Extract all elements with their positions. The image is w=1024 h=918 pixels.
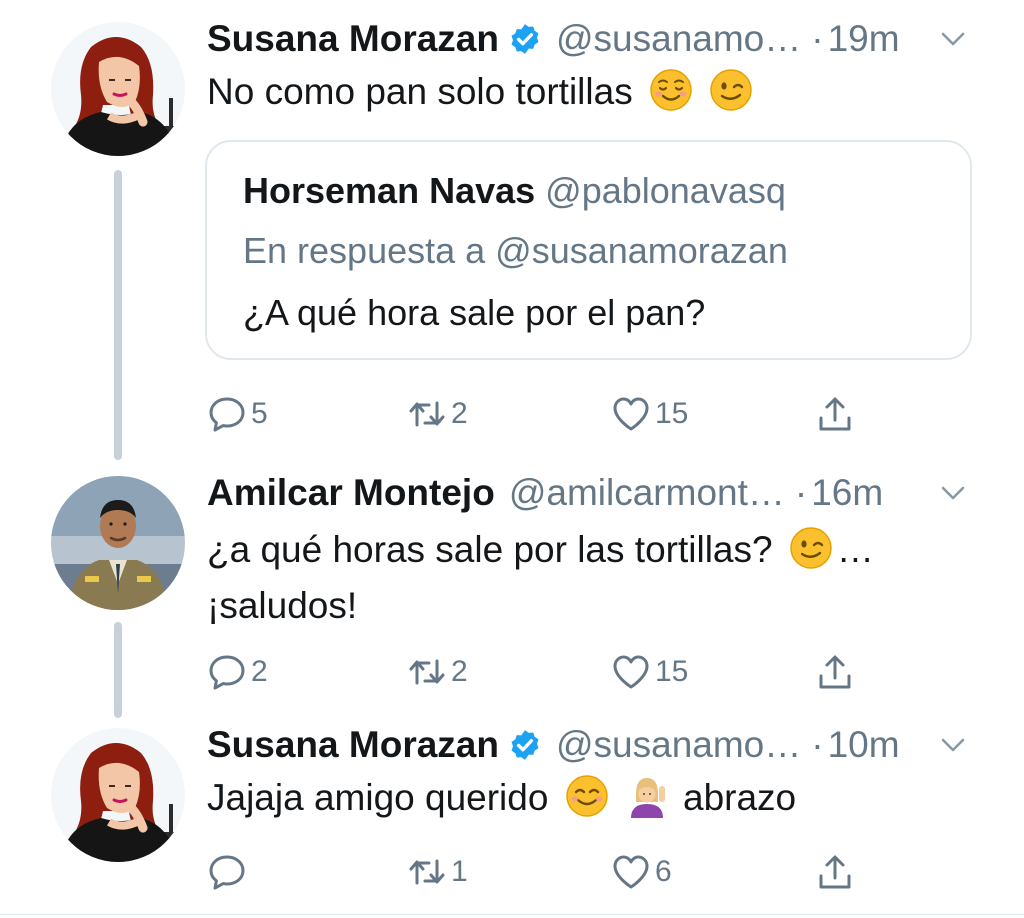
like-button[interactable]: 15: [611, 392, 688, 436]
tweet-text: ¿a qué horas sale por las tortillas? … ¡…: [207, 522, 984, 634]
reply-button[interactable]: [207, 850, 251, 894]
chevron-down-icon[interactable]: [938, 732, 968, 758]
separator-dot: ·: [811, 724, 824, 765]
reply-icon: [207, 852, 247, 892]
quoted-reply-context: En respuesta a @susanamorazan: [243, 230, 788, 271]
retweet-icon: [407, 652, 447, 692]
author-name[interactable]: Susana Morazan: [207, 720, 499, 770]
like-count: 6: [655, 855, 672, 888]
woman-tipping-hand-emoji-icon: [625, 774, 669, 818]
winking-face-emoji-icon: [709, 68, 753, 112]
share-icon: [815, 852, 855, 892]
tweet-header: Susana Morazan @susanamo… · 19m: [207, 14, 964, 64]
share-button[interactable]: [815, 392, 855, 436]
quoted-tweet[interactable]: Horseman Navas @pablonavasq En respuesta …: [205, 140, 972, 360]
tweet-1[interactable]: Susana Morazan @susanamo… · 19m No como …: [0, 0, 1024, 460]
quoted-author: Horseman Navas @pablonavasq: [243, 170, 786, 212]
author-handle[interactable]: @susanamo…: [556, 720, 801, 770]
author-handle[interactable]: @amilcarmont…: [509, 468, 785, 518]
tweet-actions: 5 2 15: [207, 392, 857, 436]
heart-icon: [611, 852, 651, 892]
divider: [0, 914, 1024, 915]
retweet-count: 2: [451, 397, 468, 430]
tweet-timestamp[interactable]: 16m: [811, 468, 883, 518]
tweet-timestamp[interactable]: 19m: [828, 14, 900, 64]
verified-badge-icon: [508, 22, 542, 56]
separator-dot: ·: [811, 18, 824, 59]
tweet-body: Jajaja amigo querido: [207, 777, 549, 818]
thread-line: [114, 622, 122, 718]
tweet-text: Jajaja amigo querido abrazo: [207, 770, 984, 826]
reply-count: 2: [251, 655, 268, 688]
share-button[interactable]: [815, 850, 855, 894]
chevron-down-icon[interactable]: [938, 480, 968, 506]
heart-icon: [611, 652, 651, 692]
author-name[interactable]: Susana Morazan: [207, 14, 499, 64]
tweet-ellipsis: …: [836, 529, 874, 570]
tweet-actions: 1 6: [207, 850, 857, 894]
tweet-2[interactable]: Amilcar Montejo @amilcarmont… · 16m ¿a q…: [0, 460, 1024, 718]
like-count: 15: [655, 655, 689, 688]
avatar-susana-morazan[interactable]: [51, 728, 185, 862]
retweet-count: 1: [451, 855, 468, 888]
tweet-header: Amilcar Montejo @amilcarmont… · 16m: [207, 468, 964, 518]
like-button[interactable]: 15: [611, 650, 688, 694]
tweet-body-suffix: abrazo: [683, 777, 797, 818]
reply-count: 5: [251, 397, 268, 430]
quoted-author-name: Horseman Navas: [243, 170, 536, 211]
retweet-icon: [407, 394, 447, 434]
tweet-text: No como pan solo tortillas: [207, 64, 984, 120]
tweet-line-2: ¡saludos!: [207, 585, 358, 626]
thread-line: [114, 170, 122, 460]
retweet-icon: [407, 852, 447, 892]
share-icon: [815, 394, 855, 434]
retweet-button[interactable]: 2: [407, 650, 468, 694]
verified-badge-icon: [508, 728, 542, 762]
heart-icon: [611, 394, 651, 434]
tweet-line-1: ¿a qué horas sale por las tortillas? …: [207, 522, 984, 578]
reply-icon: [207, 652, 247, 692]
tweet-3[interactable]: Susana Morazan @susanamo… · 10m Jajaja a…: [0, 718, 1024, 914]
reply-button[interactable]: 5: [207, 392, 268, 436]
reply-icon: [207, 394, 247, 434]
retweet-button[interactable]: 1: [407, 850, 468, 894]
tweet-body: No como pan solo tortillas: [207, 71, 633, 112]
quoted-author-handle: @pablonavasq: [545, 170, 786, 211]
quoted-tweet-text: ¿A qué hora sale por el pan?: [243, 292, 706, 333]
avatar-amilcar-montejo[interactable]: [51, 476, 185, 610]
tweet-actions: 2 2 15: [207, 650, 857, 694]
share-button[interactable]: [815, 650, 855, 694]
author-name[interactable]: Amilcar Montejo: [207, 468, 495, 518]
relieved-face-emoji-icon: [649, 68, 693, 112]
like-button[interactable]: 6: [611, 850, 672, 894]
tweet-header: Susana Morazan @susanamo… · 10m: [207, 720, 964, 770]
retweet-button[interactable]: 2: [407, 392, 468, 436]
reply-button[interactable]: 2: [207, 650, 268, 694]
author-handle[interactable]: @susanamo…: [556, 14, 801, 64]
avatar-susana-morazan[interactable]: [51, 22, 185, 156]
retweet-count: 2: [451, 655, 468, 688]
separator-dot: ·: [794, 472, 808, 513]
like-count: 15: [655, 397, 689, 430]
tweet-timestamp[interactable]: 10m: [828, 720, 900, 770]
share-icon: [815, 652, 855, 692]
tweet-body: ¿a qué horas sale por las tortillas?: [207, 529, 773, 570]
winking-face-emoji-icon: [789, 526, 833, 570]
smiling-face-emoji-icon: [565, 774, 609, 818]
chevron-down-icon[interactable]: [938, 26, 968, 52]
